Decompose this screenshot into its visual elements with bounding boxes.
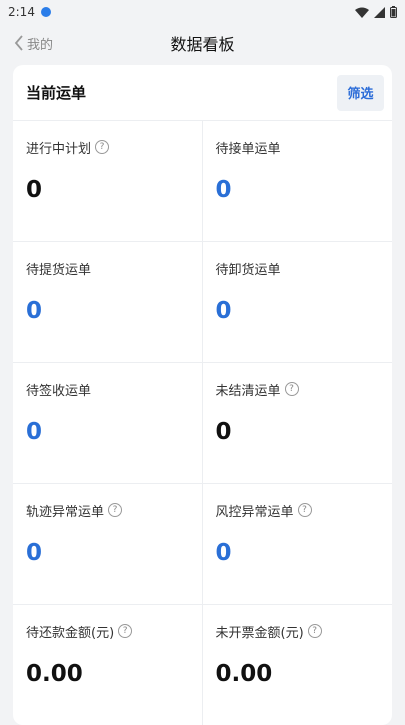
metric-label: 风控异常运单 xyxy=(215,504,294,520)
metric-label-row: 未结清运单? xyxy=(215,381,380,399)
dashboard-card: 当前运单 筛选 进行中计划? 0 待接单运单 0 待提货运单 0 待卸货运单 0 待签收运单 0 未… xyxy=(13,65,392,725)
filter-button[interactable]: 筛选 xyxy=(337,74,384,111)
metric-label: 轨迹异常运单 xyxy=(26,504,105,520)
metric-cell[interactable]: 未开票金额(元)? 0.00 xyxy=(203,605,393,725)
metric-label: 待还款金额(元) xyxy=(26,625,115,641)
metric-cell[interactable]: 进行中计划? 0 xyxy=(13,121,203,242)
metric-value: 0 xyxy=(26,177,43,203)
back-button[interactable]: 我的 xyxy=(14,24,53,62)
status-right xyxy=(355,6,397,18)
metric-cell[interactable]: 待签收运单 0 xyxy=(13,363,203,484)
battery-icon xyxy=(390,6,397,18)
metric-cell[interactable]: 待接单运单 0 xyxy=(202,121,392,242)
metric-label-row: 待卸货运单 xyxy=(215,260,380,278)
wifi-icon xyxy=(355,7,369,18)
metric-value: 0 xyxy=(215,419,232,445)
metric-label: 待提货运单 xyxy=(26,262,92,278)
metric-label: 待接单运单 xyxy=(215,141,281,157)
metric-value: 0 xyxy=(215,298,232,324)
metric-label-row: 待还款金额(元)? xyxy=(26,623,189,641)
metric-cell[interactable]: 轨迹异常运单? 0 xyxy=(13,484,203,605)
metric-label-row: 待签收运单 xyxy=(26,381,189,399)
help-icon[interactable]: ? xyxy=(95,140,110,154)
chevron-left-icon xyxy=(14,35,23,51)
metric-label: 待卸货运单 xyxy=(215,262,281,278)
metric-label: 进行中计划 xyxy=(26,141,92,157)
help-icon[interactable]: ? xyxy=(284,382,299,396)
status-bar: 2:14 xyxy=(0,0,405,24)
metric-value: 0.00 xyxy=(26,661,83,687)
metric-cell[interactable]: 风控异常运单? 0 xyxy=(202,484,392,605)
nav-bar: 我的 数据看板 xyxy=(0,24,405,62)
metric-label-row: 进行中计划? xyxy=(26,139,189,157)
metric-cell[interactable]: 待卸货运单 0 xyxy=(202,242,392,363)
metric-cell[interactable]: 未结清运单? 0 xyxy=(202,363,392,484)
metric-label: 待签收运单 xyxy=(26,383,92,399)
metric-value: 0 xyxy=(215,540,232,566)
help-icon[interactable]: ? xyxy=(118,624,133,638)
metric-value: 0 xyxy=(26,298,43,324)
metric-cell[interactable]: 待提货运单 0 xyxy=(13,242,203,363)
metric-grid: 进行中计划? 0 待接单运单 0 待提货运单 0 待卸货运单 0 待签收运单 0 未结清运单? 0 轨迹… xyxy=(13,121,392,725)
help-icon[interactable]: ? xyxy=(307,624,322,638)
metric-label-row: 待提货运单 xyxy=(26,260,189,278)
metric-label: 未开票金额(元) xyxy=(215,625,304,641)
signal-icon xyxy=(374,6,385,18)
page-title: 数据看板 xyxy=(170,35,235,54)
metric-label-row: 待接单运单 xyxy=(215,139,380,157)
metric-label-row: 轨迹异常运单? xyxy=(26,502,189,520)
metric-label: 未结清运单 xyxy=(215,383,281,399)
app-notification-icon xyxy=(40,7,51,17)
metric-value: 0 xyxy=(26,419,43,445)
status-left: 2:14 xyxy=(8,5,51,19)
card-title: 当前运单 xyxy=(26,84,87,102)
metric-value: 0 xyxy=(26,540,43,566)
help-icon[interactable]: ? xyxy=(108,503,123,517)
back-label: 我的 xyxy=(27,37,54,53)
metric-cell[interactable]: 待还款金额(元)? 0.00 xyxy=(13,605,203,725)
clock: 2:14 xyxy=(8,5,35,19)
metric-label-row: 风控异常运单? xyxy=(215,502,380,520)
metric-value: 0.00 xyxy=(215,661,273,687)
metric-label-row: 未开票金额(元)? xyxy=(215,623,380,641)
help-icon[interactable]: ? xyxy=(297,503,312,517)
card-header: 当前运单 筛选 xyxy=(13,65,392,121)
metric-value: 0 xyxy=(215,177,232,203)
